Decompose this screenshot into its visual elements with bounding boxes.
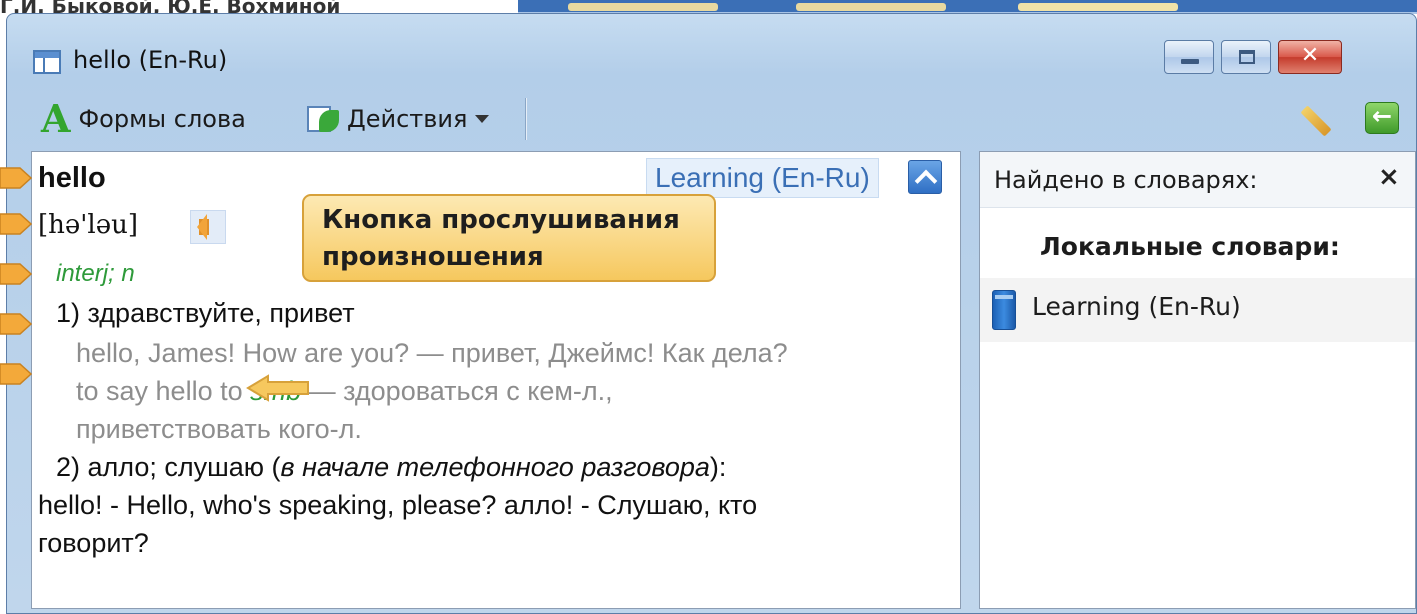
pen-icon [1300, 105, 1332, 137]
toolbar: A Формы слова Действия ← [27, 90, 1399, 150]
window-app-icon [33, 50, 61, 74]
dictionary-window: hello (En-Ru) ✕ A Формы слова Действия ←… [6, 13, 1417, 614]
found-panel-header: Найдено в словарях: × [980, 152, 1415, 208]
close-icon: ✕ [1300, 43, 1320, 68]
line-marker-icon [0, 167, 32, 189]
sense-1: 1) здравствуйте, привет [56, 298, 355, 328]
back-button[interactable]: ← [1365, 102, 1399, 134]
line-marker-icon [0, 213, 32, 235]
sense-2-example: hello! - Hello, who's speaking, please? … [38, 490, 758, 520]
word-forms-label: Формы слова [78, 105, 246, 133]
example-2: to say hello to smb — здороваться с кем-… [76, 376, 613, 406]
dictionary-list-item[interactable]: Learning (En-Ru) [980, 278, 1415, 342]
maximize-icon [1239, 50, 1255, 64]
dictionary-list-item-label: Learning (En-Ru) [1032, 292, 1241, 321]
toolbar-separator [525, 98, 527, 140]
word-forms-button[interactable]: A Формы слова [41, 96, 246, 142]
background-chip [1018, 3, 1178, 11]
found-in-dictionaries-panel: Найдено в словарях: × Локальные словари:… [979, 151, 1416, 609]
background-chip [568, 3, 718, 11]
line-marker-icon [0, 363, 32, 385]
annotation-callout: Кнопка прослушивания произношения [302, 194, 716, 282]
part-of-speech: interj; n [56, 260, 135, 287]
callout-arrow-icon [246, 374, 309, 402]
line-marker-icon [0, 313, 32, 335]
maximize-button[interactable] [1221, 40, 1271, 74]
word-forms-icon: A [41, 96, 71, 141]
transcription: [hə'ləu] [38, 210, 139, 240]
actions-label: Действия [347, 105, 468, 133]
actions-menu-button[interactable]: Действия [307, 96, 490, 142]
example-3: приветствовать кого-л. [76, 414, 362, 444]
actions-icon [307, 104, 341, 134]
sense-2: 2) алло; слушаю (в начале телефонного ра… [56, 452, 727, 482]
pronunciation-sound-button[interactable] [190, 210, 226, 244]
dictionary-name-link[interactable]: Learning (En-Ru) [646, 158, 879, 198]
book-icon [992, 290, 1016, 330]
back-arrow-icon: ← [1371, 102, 1393, 130]
local-dictionaries-heading: Локальные словари: [1040, 232, 1340, 261]
minimize-icon [1181, 59, 1199, 64]
sense-2-example-cont: говорит? [38, 528, 149, 558]
panel-close-icon[interactable]: × [1378, 162, 1400, 192]
speaker-icon [199, 219, 209, 235]
edit-pen-button[interactable] [1300, 100, 1341, 137]
title-bar[interactable]: hello (En-Ru) ✕ [7, 14, 1416, 90]
close-button[interactable]: ✕ [1278, 40, 1342, 74]
line-marker-icon [0, 263, 32, 285]
headword: hello [38, 162, 106, 194]
minimize-button[interactable] [1164, 40, 1214, 74]
window-title: hello (En-Ru) [73, 46, 228, 74]
article-panel[interactable]: hello Learning (En-Ru) [hə'ləu] interj; … [31, 151, 961, 609]
background-window-strip [518, 0, 1417, 14]
found-panel-title: Найдено в словарях: [994, 166, 1258, 194]
collapse-up-button[interactable] [908, 160, 942, 194]
background-chip [796, 3, 946, 11]
chevron-down-icon [475, 115, 490, 123]
example-1: hello, James! How are you? — привет, Дже… [76, 338, 788, 368]
